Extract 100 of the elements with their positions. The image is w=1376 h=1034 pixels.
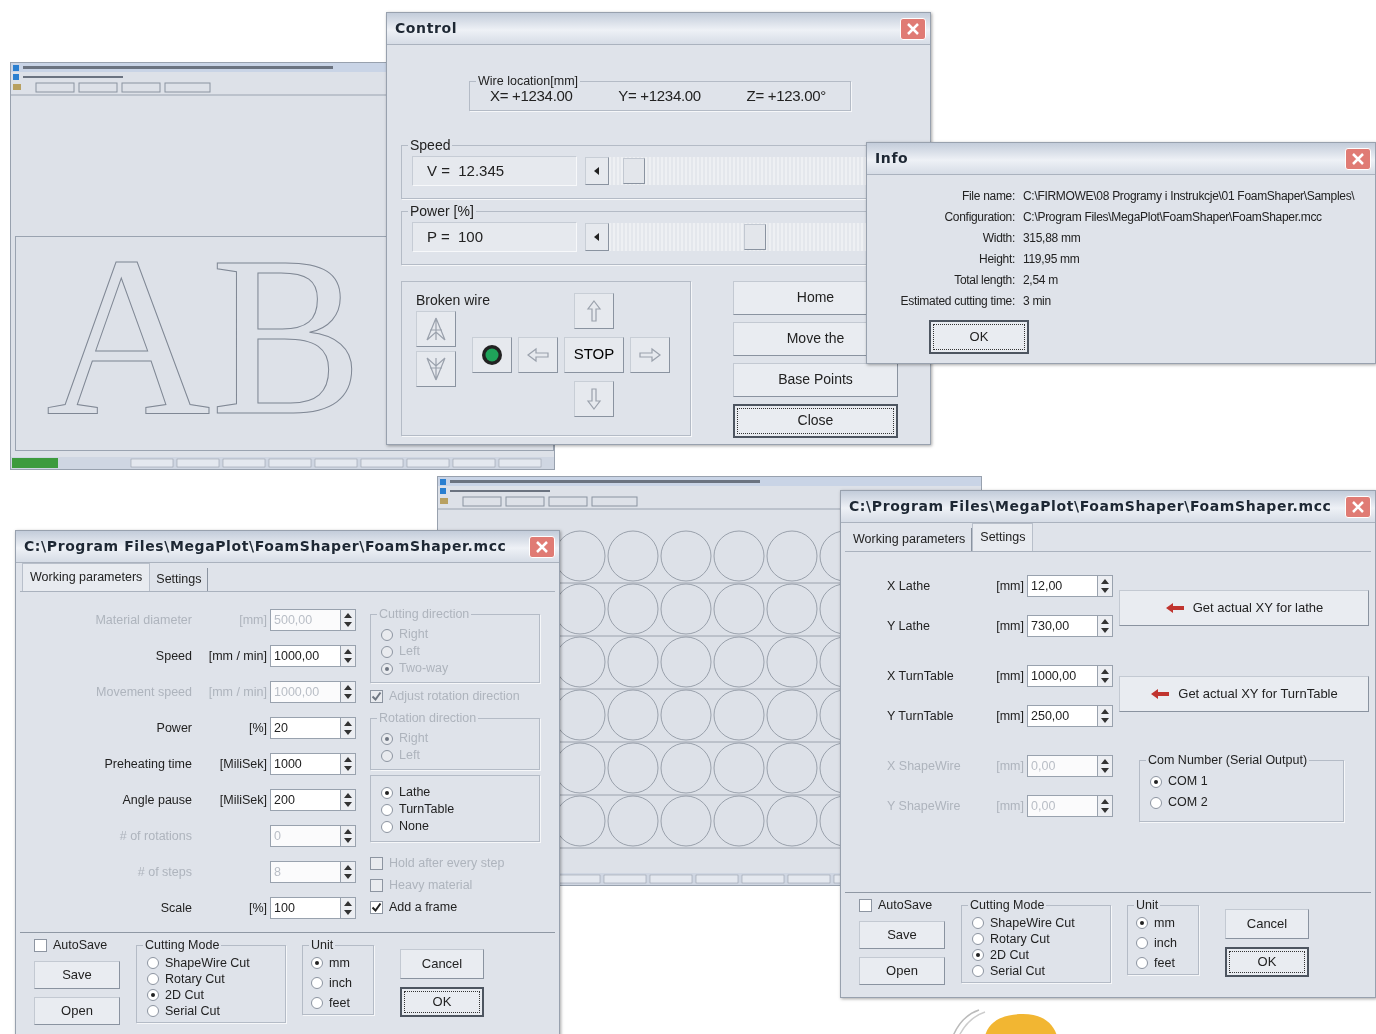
- radio-button[interactable]: [147, 957, 159, 969]
- lamp-button[interactable]: [472, 336, 512, 373]
- radio-button[interactable]: [147, 989, 159, 1001]
- dialog-button[interactable]: Close: [733, 403, 898, 438]
- info-value: 3 min: [1023, 293, 1052, 310]
- radio-label: Rotary Cut: [165, 971, 225, 987]
- spin-arrows-icon[interactable]: [340, 825, 356, 847]
- radio-button[interactable]: [311, 997, 323, 1009]
- input-field[interactable]: 200: [270, 789, 340, 811]
- radio-button[interactable]: [972, 965, 984, 977]
- spin-arrows-icon[interactable]: [1097, 705, 1113, 727]
- tab[interactable]: Settings: [150, 568, 209, 591]
- close-button[interactable]: [529, 535, 555, 558]
- arrow-left-icon: [1164, 603, 1185, 613]
- spin-arrows-icon[interactable]: [340, 645, 356, 667]
- group-label: Speed: [408, 136, 453, 153]
- input-field[interactable]: 1000,00: [1027, 665, 1097, 687]
- spin-arrows-icon[interactable]: [340, 861, 356, 883]
- arrow-left-icon: [526, 346, 550, 363]
- dialog-button[interactable]: Get actual XY for TurnTable: [1119, 676, 1369, 712]
- radio-label: Serial Cut: [165, 1003, 220, 1019]
- tab[interactable]: Settings: [972, 523, 1034, 551]
- spin-arrows-icon[interactable]: [340, 897, 356, 919]
- info-label: Height:: [978, 251, 1015, 268]
- jog-button[interactable]: [574, 380, 614, 417]
- radio-button[interactable]: [972, 949, 984, 961]
- dialog-button[interactable]: Save: [34, 961, 120, 989]
- unit-label: [mm]: [995, 617, 1025, 635]
- dialog-button[interactable]: Get actual XY for lathe: [1119, 590, 1369, 626]
- window-title: C:\Program Files\MegaPlot\FoamShaper\FoamShaper.mcc: [849, 497, 1332, 516]
- dialog-button[interactable]: Cancel: [400, 949, 484, 979]
- jog-button[interactable]: [416, 310, 456, 347]
- radio-button[interactable]: [381, 803, 393, 816]
- input-field[interactable]: 730,00: [1027, 615, 1097, 637]
- spin-arrows-icon[interactable]: [1097, 665, 1113, 687]
- radio-button[interactable]: [147, 1005, 159, 1017]
- input-field[interactable]: 100: [270, 897, 340, 919]
- radio-button[interactable]: [972, 917, 984, 929]
- slider-thumb[interactable]: [743, 223, 766, 250]
- radio-button[interactable]: [972, 933, 984, 945]
- dialog-button[interactable]: OK: [400, 987, 484, 1017]
- dialog-button[interactable]: Open: [34, 997, 120, 1025]
- close-button[interactable]: [1345, 495, 1371, 518]
- stop-button[interactable]: STOP: [564, 336, 624, 373]
- input-field[interactable]: 1000: [270, 753, 340, 775]
- scroll-left-button[interactable]: [585, 222, 609, 251]
- radio-label: Rotary Cut: [990, 931, 1050, 947]
- spin-arrows-icon[interactable]: [1097, 575, 1113, 597]
- dialog-button[interactable]: Cancel: [1225, 909, 1309, 939]
- radio-button[interactable]: [147, 973, 159, 985]
- close-icon: [906, 21, 920, 36]
- input-field[interactable]: 1000,00: [270, 645, 340, 667]
- spin-arrows-icon[interactable]: [1097, 755, 1113, 777]
- dialog-button[interactable]: Open: [859, 957, 945, 985]
- spin-arrows-icon[interactable]: [1097, 615, 1113, 637]
- scroll-left-button[interactable]: [585, 156, 609, 185]
- radio-button[interactable]: [1136, 917, 1148, 929]
- input-field[interactable]: 20: [270, 717, 340, 739]
- panel-label: Broken wire: [416, 291, 490, 308]
- jog-button[interactable]: [574, 292, 614, 329]
- field-label: Preheating time: [103, 755, 192, 773]
- checkbox-label: AutoSave: [53, 937, 108, 953]
- spin-arrows-icon[interactable]: [340, 681, 356, 703]
- input-field[interactable]: 250,00: [1027, 705, 1097, 727]
- radio-button[interactable]: [381, 786, 393, 799]
- radio-button[interactable]: [1136, 957, 1148, 969]
- group-label: Cutting Mode: [143, 937, 222, 953]
- close-button[interactable]: [1345, 147, 1371, 170]
- radio-button[interactable]: [311, 957, 323, 969]
- dialog-button[interactable]: OK: [1225, 947, 1309, 977]
- jog-button[interactable]: [518, 336, 558, 373]
- spin-arrows-icon[interactable]: [1097, 795, 1113, 817]
- spin-arrows-icon[interactable]: [340, 789, 356, 811]
- checkbox[interactable]: [370, 901, 383, 914]
- radio-label: feet: [1154, 955, 1175, 971]
- dialog-button[interactable]: Save: [859, 921, 945, 949]
- info-value: 2,54 m: [1023, 272, 1059, 289]
- radio-button[interactable]: [311, 977, 323, 989]
- spin-arrows-icon[interactable]: [340, 753, 356, 775]
- radio-button[interactable]: [1150, 775, 1162, 788]
- radio-button[interactable]: [1136, 937, 1148, 949]
- radio-label: 2D Cut: [165, 987, 204, 1003]
- radio-button[interactable]: [381, 820, 393, 833]
- slider-thumb[interactable]: [623, 157, 646, 184]
- close-button[interactable]: [900, 17, 926, 40]
- spin-arrows-icon[interactable]: [340, 609, 356, 631]
- checkbox[interactable]: [34, 938, 47, 952]
- dialog-button[interactable]: OK: [929, 320, 1029, 354]
- dialog-button[interactable]: Base Points: [733, 362, 898, 397]
- field-label: Speed: [154, 647, 192, 665]
- radio-button[interactable]: [1150, 796, 1162, 809]
- jog-button[interactable]: [416, 350, 456, 387]
- checkbox[interactable]: [859, 898, 872, 912]
- input-field[interactable]: 12,00: [1027, 575, 1097, 597]
- jog-button[interactable]: [630, 336, 670, 373]
- unit-label: [%]: [247, 719, 268, 737]
- info-label: File name:: [960, 188, 1015, 205]
- field-label: Angle pause: [121, 791, 192, 809]
- spin-arrows-icon[interactable]: [340, 717, 356, 739]
- tab[interactable]: Working parameters: [22, 563, 151, 591]
